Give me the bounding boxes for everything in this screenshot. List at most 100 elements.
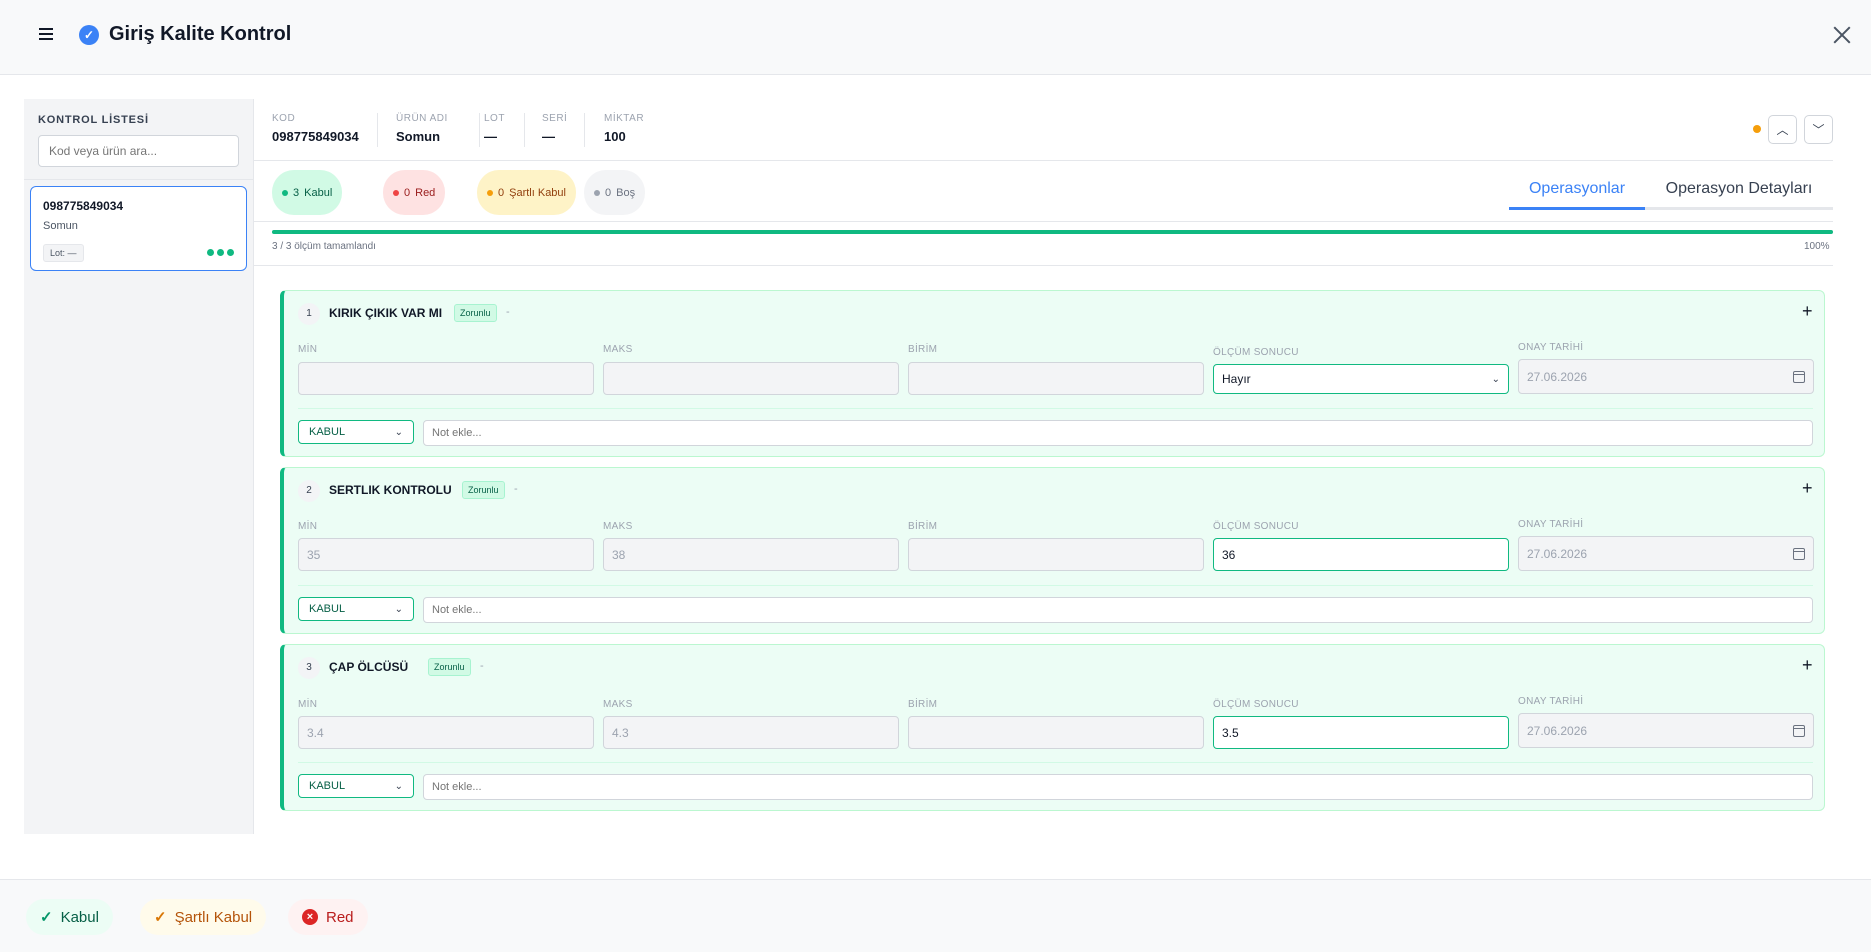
modal-header: ✓ Giriş Kalite Kontrol (0, 0, 1871, 75)
label-tarih: ONAY TARİHİ (1518, 519, 1584, 530)
operation-dash: - (480, 660, 484, 672)
calendar-icon[interactable] (1793, 370, 1805, 383)
label-birim: BİRİM (908, 699, 938, 710)
min-field[interactable]: 35 (298, 538, 594, 571)
info-kod: KOD 098775849034 (272, 113, 359, 144)
date-value: 27.06.2026 (1527, 546, 1588, 561)
double-check-icon: ✓ (40, 909, 53, 926)
tab-operasyon-detaylari[interactable]: Operasyon Detayları (1645, 170, 1833, 210)
decision-select[interactable]: KABUL ⌄ (298, 420, 414, 444)
label-maks: MAKS (603, 699, 633, 710)
info-lot: LOT — (484, 113, 505, 144)
stat-red[interactable]: 0 Red (383, 170, 446, 215)
stat-sartli-kabul[interactable]: 0 Şartlı Kabul (477, 170, 576, 215)
divider (298, 408, 1813, 409)
info-urun-adi: ÜRÜN ADI Somun (396, 113, 448, 144)
modal-footer: ✓ Kabul ✓ Şartlı Kabul × Red (0, 879, 1871, 952)
calendar-icon[interactable] (1793, 724, 1805, 737)
decision-select[interactable]: KABUL ⌄ (298, 597, 414, 621)
dot-icon (393, 189, 399, 196)
progress-percent: 100% (1804, 241, 1830, 252)
result-input[interactable]: 3.5 (1213, 716, 1509, 749)
label-birim: BİRİM (908, 521, 938, 532)
result-select[interactable]: Hayır ⌄ (1213, 364, 1509, 394)
sartli-kabul-button[interactable]: ✓ Şartlı Kabul (140, 899, 267, 935)
info-seri: SERİ — (542, 113, 568, 144)
add-icon[interactable]: + (1802, 655, 1813, 676)
label-sonuc: ÖLÇÜM SONUCU (1213, 347, 1299, 358)
chevron-down-icon: ⌄ (394, 780, 403, 792)
label-sonuc: ÖLÇÜM SONUCU (1213, 699, 1299, 710)
birim-field[interactable] (908, 716, 1204, 749)
operation-name: ÇAP ÖLCÜSÜ (329, 660, 409, 674)
status-dot (1753, 125, 1761, 133)
stat-bos[interactable]: 0 Boş (584, 170, 646, 215)
maks-field[interactable]: 38 (603, 538, 899, 571)
info-miktar: MİKTAR 100 (604, 113, 645, 144)
birim-field[interactable] (908, 538, 1204, 571)
operation-number: 3 (298, 657, 320, 679)
operation-number: 1 (298, 303, 320, 325)
decision-value: KABUL (309, 603, 346, 615)
operation-card: 3 ÇAP ÖLCÜSÜ Zorunlu - + MİN MAKS BİRİM … (280, 644, 1825, 811)
decision-select[interactable]: KABUL ⌄ (298, 774, 414, 798)
product-info-bar: KOD 098775849034 ÜRÜN ADI Somun LOT — SE… (254, 99, 1833, 161)
result-input[interactable]: 36 (1213, 538, 1509, 571)
list-item[interactable]: 098775849034 Somun Lot: — (30, 186, 247, 271)
close-icon[interactable] (1829, 22, 1855, 48)
operation-name: KIRIK ÇIKIK VAR MI (329, 306, 443, 320)
divider (298, 585, 1813, 586)
note-input[interactable] (423, 597, 1813, 623)
operation-number: 2 (298, 480, 320, 502)
divider (24, 179, 253, 180)
note-input[interactable] (423, 774, 1813, 800)
main-panel: KOD 098775849034 ÜRÜN ADI Somun LOT — SE… (254, 99, 1871, 834)
add-icon[interactable]: + (1802, 478, 1813, 499)
min-field[interactable]: 3.4 (298, 716, 594, 749)
label-maks: MAKS (603, 344, 633, 355)
birim-field[interactable] (908, 362, 1204, 395)
date-field[interactable]: 27.06.2026 (1518, 713, 1814, 748)
sartli-kabul-label: Şartlı Kabul (174, 908, 253, 926)
label-tarih: ONAY TARİHİ (1518, 696, 1584, 707)
operation-card: 1 KIRIK ÇIKIK VAR MI Zorunlu - + MİN MAK… (280, 290, 1825, 457)
label-min: MİN (298, 344, 318, 355)
maks-field[interactable]: 4.3 (603, 716, 899, 749)
required-badge: Zorunlu (428, 658, 471, 676)
divider (298, 762, 1813, 763)
x-circle-icon: × (302, 909, 318, 925)
label-min: MİN (298, 521, 318, 532)
menu-icon[interactable] (36, 24, 56, 44)
required-badge: Zorunlu (462, 481, 505, 499)
dot-icon (487, 189, 493, 196)
stat-kabul[interactable]: 3 Kabul (272, 170, 343, 215)
operation-dash: - (514, 483, 518, 495)
label-tarih: ONAY TARİHİ (1518, 342, 1584, 353)
label-sonuc: ÖLÇÜM SONUCU (1213, 521, 1299, 532)
calendar-icon[interactable] (1793, 547, 1805, 560)
maks-field[interactable] (603, 362, 899, 395)
add-icon[interactable]: + (1802, 301, 1813, 322)
check-circle-icon: ✓ (79, 25, 99, 45)
next-button[interactable]: ﹀ (1804, 115, 1833, 144)
label-birim: BİRİM (908, 344, 938, 355)
note-input[interactable] (423, 420, 1813, 446)
chevron-down-icon: ⌄ (1491, 373, 1500, 385)
min-field[interactable] (298, 362, 594, 395)
required-badge: Zorunlu (454, 304, 497, 322)
decision-value: KABUL (309, 780, 346, 792)
previous-button[interactable]: ︿ (1768, 115, 1797, 144)
date-field[interactable]: 27.06.2026 (1518, 536, 1814, 571)
date-field[interactable]: 27.06.2026 (1518, 359, 1814, 394)
label-maks: MAKS (603, 521, 633, 532)
date-value: 27.06.2026 (1527, 369, 1588, 384)
red-button[interactable]: × Red (288, 899, 368, 935)
sidebar: KONTROL LİSTESİ 098775849034 Somun Lot: … (24, 99, 254, 834)
item-code: 098775849034 (43, 199, 124, 213)
kabul-button[interactable]: ✓ Kabul (26, 899, 113, 935)
search-input[interactable] (38, 135, 239, 167)
sidebar-title: KONTROL LİSTESİ (38, 114, 149, 126)
tab-operasyonlar[interactable]: Operasyonlar (1509, 170, 1645, 210)
chevron-up-icon: ︿ (1776, 123, 1789, 137)
item-lot-badge: Lot: — (43, 244, 84, 262)
